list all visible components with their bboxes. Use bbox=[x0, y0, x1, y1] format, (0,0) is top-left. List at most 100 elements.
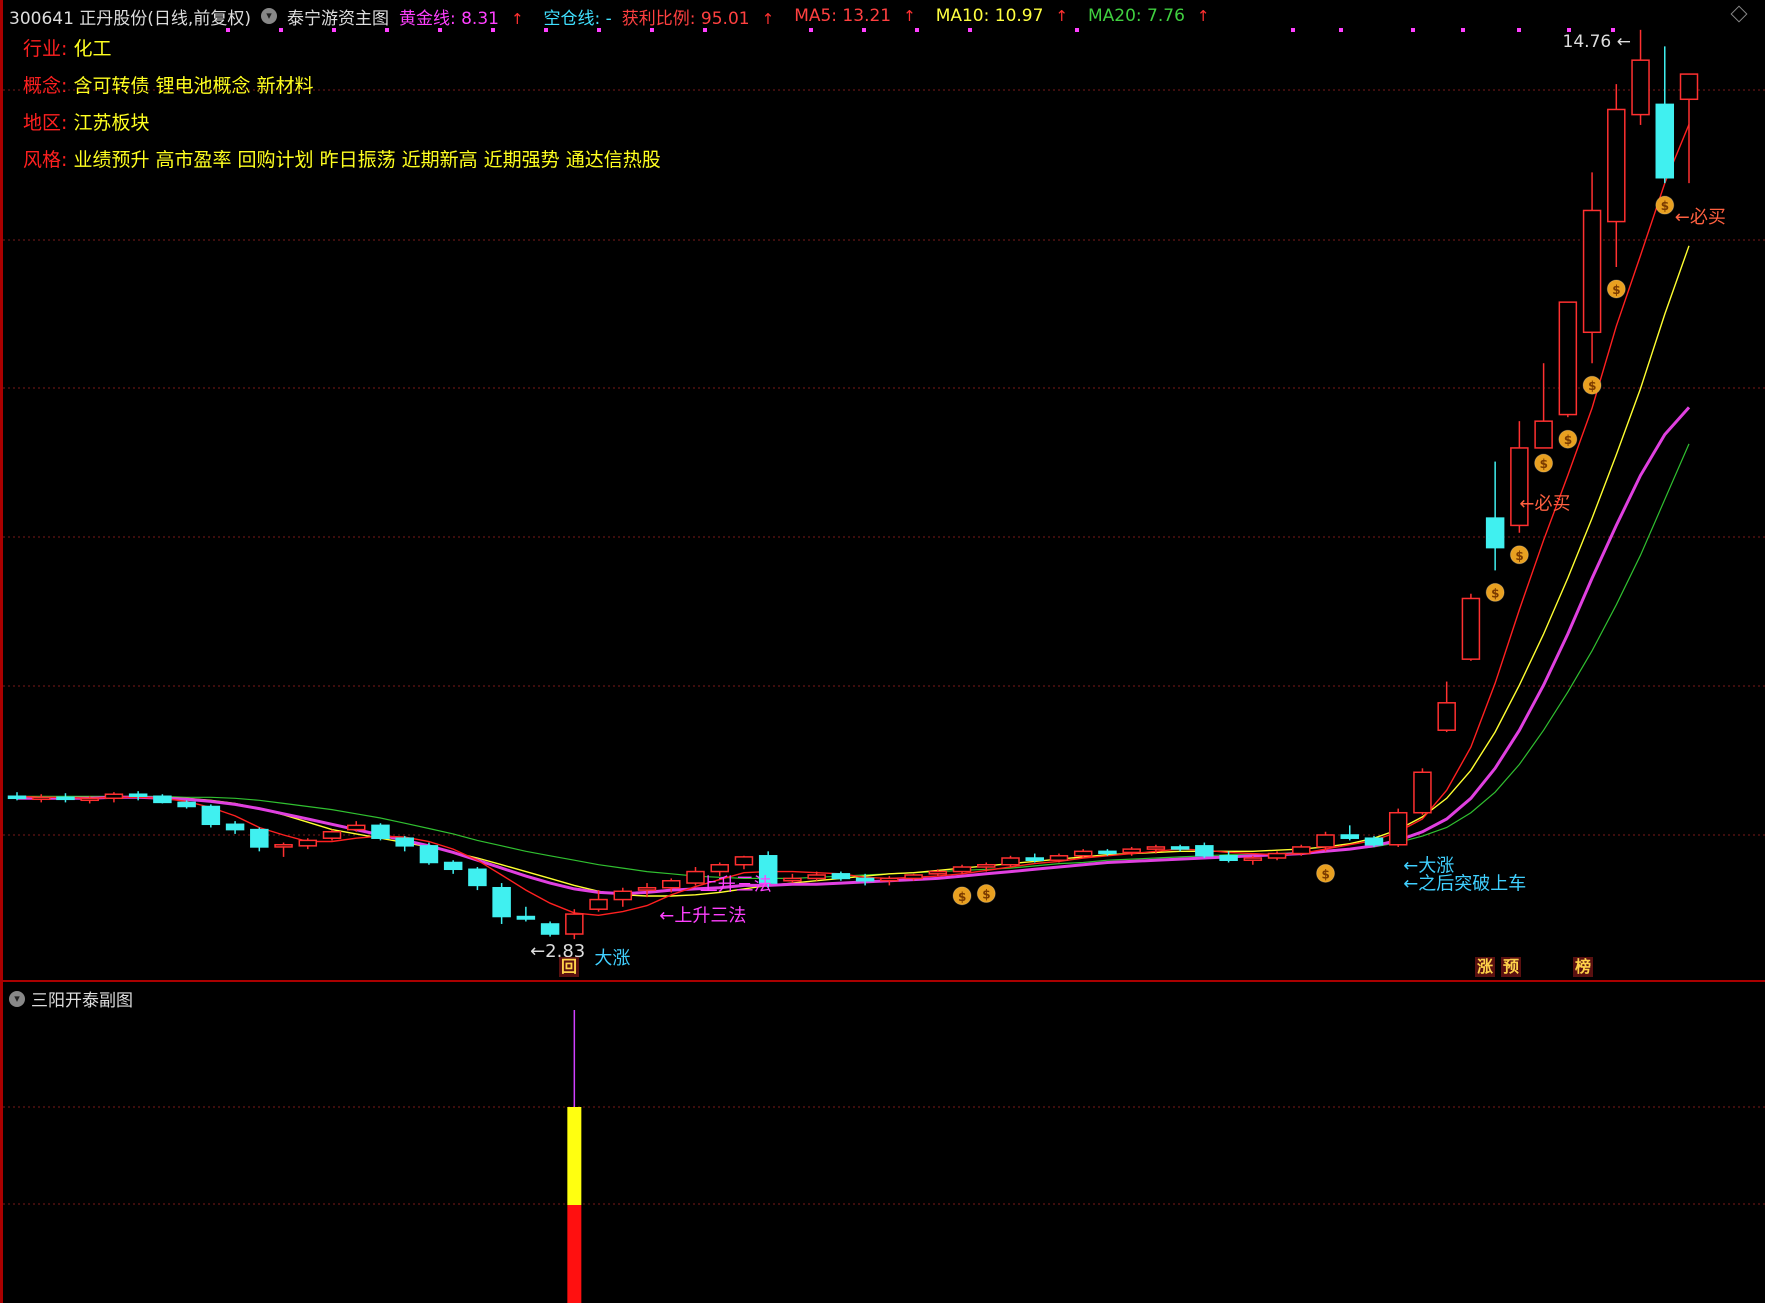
candle-body bbox=[1364, 837, 1384, 846]
candle-body bbox=[346, 824, 366, 831]
candle-body bbox=[419, 845, 439, 864]
candle-body bbox=[1001, 857, 1020, 866]
signal-dot bbox=[1411, 28, 1415, 32]
annotation-label: 上升三法 bbox=[700, 875, 772, 896]
annotation-label: ←必买 bbox=[1675, 207, 1726, 228]
marker-zhang: 涨 bbox=[1475, 957, 1496, 977]
candle-body bbox=[540, 923, 560, 935]
money-bag-symbol: $ bbox=[1491, 586, 1499, 600]
candle-body bbox=[7, 795, 27, 800]
candle-body bbox=[128, 793, 148, 798]
max-price-label: 14.76 ← bbox=[1563, 32, 1631, 52]
candle-body bbox=[1146, 846, 1166, 850]
marker-bang: 榜 bbox=[1573, 957, 1594, 977]
signal-dot bbox=[1075, 28, 1079, 32]
signal-dot bbox=[385, 28, 389, 32]
candle-body bbox=[31, 796, 51, 801]
candle-body bbox=[153, 795, 172, 804]
candle-body bbox=[1388, 811, 1408, 846]
candle-body bbox=[1073, 850, 1093, 857]
candle-body bbox=[468, 868, 487, 887]
candle-body bbox=[1219, 855, 1238, 861]
candle-body bbox=[56, 796, 75, 801]
candle-body bbox=[1292, 846, 1311, 855]
candle-body bbox=[1243, 857, 1263, 861]
candle-body bbox=[904, 874, 923, 880]
annotation-label: ←上升三法 bbox=[659, 905, 746, 926]
signal-dot bbox=[491, 28, 495, 32]
candle-body bbox=[1025, 857, 1044, 861]
candle-body bbox=[613, 890, 633, 901]
candle-body bbox=[1485, 517, 1505, 549]
ma5-line bbox=[16, 124, 1690, 917]
candle-body bbox=[662, 879, 681, 889]
signal-dot bbox=[1517, 28, 1521, 32]
candle-body bbox=[783, 877, 802, 882]
annotation-label: ←之后突破上车 bbox=[1403, 873, 1526, 894]
candle-body bbox=[225, 823, 245, 831]
candle-body bbox=[1679, 73, 1699, 101]
signal-dot bbox=[597, 28, 601, 32]
candle-body bbox=[443, 861, 463, 871]
money-bag-symbol: $ bbox=[982, 888, 990, 902]
signal-dot bbox=[226, 28, 230, 32]
candle-body bbox=[177, 801, 196, 808]
sub-bar-yellow bbox=[567, 1107, 582, 1205]
sub-bar-red bbox=[567, 1205, 582, 1303]
sub-chart-panel[interactable]: ▾ 三阳开泰副图 bbox=[0, 980, 1765, 1303]
candle-body bbox=[1534, 420, 1553, 449]
signal-dot bbox=[1291, 28, 1295, 32]
ma10-line bbox=[16, 245, 1690, 897]
candle-body bbox=[928, 870, 948, 875]
candle-body bbox=[1631, 59, 1650, 116]
candle-body bbox=[1437, 702, 1456, 731]
candle-body bbox=[492, 886, 511, 918]
money-bag-symbol: $ bbox=[1588, 379, 1596, 393]
candle-body bbox=[1122, 848, 1141, 854]
sub-indicator-chart bbox=[3, 1010, 1765, 1303]
candle-body bbox=[1582, 209, 1602, 334]
candle-body bbox=[1340, 834, 1360, 839]
candle-body bbox=[1655, 103, 1675, 179]
candle-body bbox=[274, 843, 293, 848]
candle-body bbox=[1267, 852, 1287, 859]
candle-body bbox=[637, 886, 657, 891]
candle-body bbox=[734, 856, 754, 866]
signal-dot bbox=[862, 28, 866, 32]
signal-dot bbox=[438, 28, 442, 32]
candle-body bbox=[807, 874, 826, 880]
candle-body bbox=[710, 863, 729, 873]
main-chart-panel[interactable]: 300641 正丹股份(日线,前复权) ▾ 泰宁游资主图 黄金线: 8.31 ↑ … bbox=[0, 0, 1765, 980]
candle-body bbox=[250, 828, 269, 848]
candle-body bbox=[322, 831, 342, 839]
candle-body bbox=[977, 863, 996, 868]
gold-line bbox=[17, 406, 1691, 896]
candle-body bbox=[1195, 845, 1214, 857]
annotation-label: 大涨 bbox=[594, 948, 630, 969]
marker-yu: 预 bbox=[1501, 957, 1522, 977]
candle-body bbox=[371, 824, 390, 839]
candle-body bbox=[1607, 108, 1626, 223]
money-bag-symbol: $ bbox=[1515, 549, 1523, 563]
candle-body bbox=[1413, 771, 1432, 814]
candle-body bbox=[952, 866, 972, 873]
signal-dot bbox=[650, 28, 654, 32]
candle-body bbox=[589, 898, 608, 910]
candle-body bbox=[565, 913, 584, 935]
candle-body bbox=[395, 837, 414, 847]
money-bag-symbol: $ bbox=[1564, 433, 1572, 447]
marker-hui: 回 bbox=[559, 957, 580, 977]
candle-body bbox=[298, 839, 318, 847]
candlestick-chart[interactable]: 14.76 ←←2.83 大涨←上升三法上升三法←大涨←之后突破上车←必买←必买$… bbox=[3, 0, 1765, 980]
candle-body bbox=[1049, 855, 1069, 861]
money-bag-symbol: $ bbox=[1540, 457, 1548, 471]
signal-dot bbox=[544, 28, 548, 32]
candle-body bbox=[1170, 846, 1190, 850]
signal-dot bbox=[809, 28, 813, 32]
annotation-label: ←必买 bbox=[1519, 493, 1570, 514]
money-bag-symbol: $ bbox=[958, 890, 966, 904]
money-bag-symbol: $ bbox=[1612, 283, 1620, 297]
ma20-line bbox=[17, 443, 1690, 879]
signal-dot bbox=[332, 28, 336, 32]
candle-body bbox=[201, 805, 221, 826]
